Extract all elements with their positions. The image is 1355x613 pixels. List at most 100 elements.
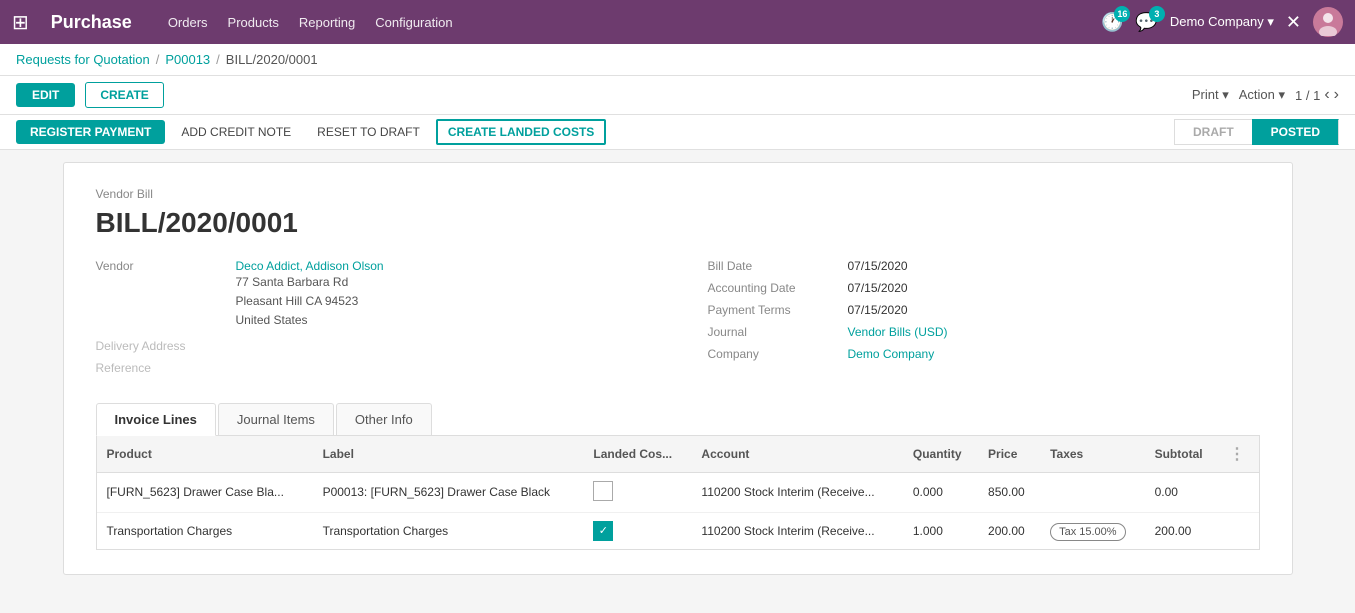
row1-landed <box>583 472 691 512</box>
action-bar: EDIT CREATE Print ▾ Action ▾ 1 / 1 ‹ › <box>0 76 1355 115</box>
status-draft: DRAFT <box>1174 119 1252 145</box>
app-title: Purchase <box>51 12 132 33</box>
create-button[interactable]: CREATE <box>85 82 163 108</box>
nav-right: 🕐 16 💬 3 Demo Company ▾ ✕ <box>1101 7 1343 37</box>
doc-title: BILL/2020/0001 <box>96 207 1260 239</box>
register-payment-button[interactable]: REGISTER PAYMENT <box>16 120 165 144</box>
row2-quantity: 1.000 <box>903 512 978 549</box>
row2-taxes: Tax 15.00% <box>1040 512 1145 549</box>
sep1: / <box>156 52 160 67</box>
col-quantity: Quantity <box>903 436 978 473</box>
col-product: Product <box>97 436 313 473</box>
bill-date-label: Bill Date <box>708 259 838 273</box>
landed-cost-checkbox-2[interactable]: ✓ <box>593 521 613 541</box>
bill-date-val: 07/15/2020 <box>848 259 908 273</box>
user-avatar[interactable] <box>1313 7 1343 37</box>
nav-links: Orders Products Reporting Configuration <box>168 15 1083 30</box>
journal-row: Journal Vendor Bills (USD) <box>708 325 1260 339</box>
sep2: / <box>216 52 220 67</box>
journal-val[interactable]: Vendor Bills (USD) <box>848 325 948 339</box>
payment-terms-label: Payment Terms <box>708 303 838 317</box>
landed-cost-checkbox-1[interactable] <box>593 481 613 501</box>
row1-quantity: 0.000 <box>903 472 978 512</box>
tab-other-info[interactable]: Other Info <box>336 403 432 435</box>
row2-subtotal: 200.00 <box>1145 512 1219 549</box>
accounting-date-row: Accounting Date 07/15/2020 <box>708 281 1260 295</box>
row1-price: 850.00 <box>978 472 1040 512</box>
table-header-row: Product Label Landed Cos... Account Quan… <box>97 436 1259 473</box>
tab-invoice-lines[interactable]: Invoice Lines <box>96 403 216 436</box>
document-card: Vendor Bill BILL/2020/0001 Vendor Deco A… <box>63 162 1293 575</box>
table-row: [FURN_5623] Drawer Case Bla... P00013: [… <box>97 472 1259 512</box>
nav-configuration[interactable]: Configuration <box>375 15 452 30</box>
notification-count: 16 <box>1114 6 1130 22</box>
journal-label: Journal <box>708 325 838 339</box>
nav-products[interactable]: Products <box>228 15 279 30</box>
row2-label: Transportation Charges <box>313 512 584 549</box>
row2-product: Transportation Charges <box>97 512 313 549</box>
info-right: Bill Date 07/15/2020 Accounting Date 07/… <box>708 259 1260 383</box>
message-notification[interactable]: 💬 3 <box>1135 12 1157 33</box>
row1-account: 110200 Stock Interim (Receive... <box>691 472 902 512</box>
row1-product: [FURN_5623] Drawer Case Bla... <box>97 472 313 512</box>
col-taxes: Taxes <box>1040 436 1145 473</box>
row2-account: 110200 Stock Interim (Receive... <box>691 512 902 549</box>
tabs: Invoice Lines Journal Items Other Info <box>96 403 1260 436</box>
col-subtotal: Subtotal <box>1145 436 1219 473</box>
main-content: Vendor Bill BILL/2020/0001 Vendor Deco A… <box>0 150 1355 587</box>
delivery-label: Delivery Address <box>96 339 226 353</box>
company-label: Company <box>708 347 838 361</box>
accounting-date-val: 07/15/2020 <box>848 281 908 295</box>
row1-menu <box>1219 472 1258 512</box>
add-credit-note-button[interactable]: ADD CREDIT NOTE <box>171 120 301 144</box>
pagination: 1 / 1 ‹ › <box>1295 86 1339 104</box>
status-area: DRAFT POSTED <box>1174 119 1339 145</box>
row2-landed: ✓ <box>583 512 691 549</box>
vendor-name[interactable]: Deco Addict, Addison Olson <box>236 259 384 273</box>
reset-to-draft-button[interactable]: RESET TO DRAFT <box>307 120 430 144</box>
company-selector[interactable]: Demo Company ▾ <box>1170 14 1274 30</box>
info-left: Vendor Deco Addict, Addison Olson 77 San… <box>96 259 648 383</box>
next-page-button[interactable]: › <box>1334 86 1339 104</box>
bill-date-row: Bill Date 07/15/2020 <box>708 259 1260 273</box>
vendor-addr3: United States <box>236 311 384 330</box>
col-price: Price <box>978 436 1040 473</box>
prev-page-button[interactable]: ‹ <box>1324 86 1329 104</box>
edit-button[interactable]: EDIT <box>16 83 75 107</box>
status-posted: POSTED <box>1252 119 1339 145</box>
vendor-addr2: Pleasant Hill CA 94523 <box>236 292 384 311</box>
tab-journal-items[interactable]: Journal Items <box>218 403 334 435</box>
company-row: Company Demo Company <box>708 347 1260 361</box>
action-button[interactable]: Action ▾ <box>1239 87 1285 103</box>
clock-notification[interactable]: 🕐 16 <box>1101 12 1123 33</box>
delivery-address-row: Delivery Address <box>96 339 648 353</box>
print-button[interactable]: Print ▾ <box>1192 87 1229 103</box>
col-label: Label <box>313 436 584 473</box>
table-menu-icon[interactable]: ⋮ <box>1229 446 1245 463</box>
nav-reporting[interactable]: Reporting <box>299 15 355 30</box>
col-account: Account <box>691 436 902 473</box>
top-nav: ⊞ Purchase Orders Products Reporting Con… <box>0 0 1355 44</box>
secondary-action-bar: REGISTER PAYMENT ADD CREDIT NOTE RESET T… <box>0 115 1355 150</box>
nav-orders[interactable]: Orders <box>168 15 208 30</box>
reference-label: Reference <box>96 361 226 375</box>
tax-badge: Tax 15.00% <box>1050 523 1125 541</box>
row1-subtotal: 0.00 <box>1145 472 1219 512</box>
breadcrumb-rfq[interactable]: Requests for Quotation <box>16 52 150 67</box>
table-row: Transportation Charges Transportation Ch… <box>97 512 1259 549</box>
close-icon[interactable]: ✕ <box>1286 12 1301 33</box>
invoice-lines-table-wrap: Product Label Landed Cos... Account Quan… <box>96 436 1260 550</box>
breadcrumb-po[interactable]: P00013 <box>165 52 210 67</box>
vendor-addr1: 77 Santa Barbara Rd <box>236 273 384 292</box>
payment-terms-row: Payment Terms 07/15/2020 <box>708 303 1260 317</box>
breadcrumb-current: BILL/2020/0001 <box>226 52 318 67</box>
row2-price: 200.00 <box>978 512 1040 549</box>
col-landed-cos: Landed Cos... <box>583 436 691 473</box>
row1-taxes <box>1040 472 1145 512</box>
vendor-label: Vendor <box>96 259 226 331</box>
row2-menu <box>1219 512 1258 549</box>
company-val[interactable]: Demo Company <box>848 347 935 361</box>
create-landed-costs-button[interactable]: CREATE LANDED COSTS <box>436 119 606 145</box>
reference-row: Reference <box>96 361 648 375</box>
app-grid-icon[interactable]: ⊞ <box>12 10 29 35</box>
